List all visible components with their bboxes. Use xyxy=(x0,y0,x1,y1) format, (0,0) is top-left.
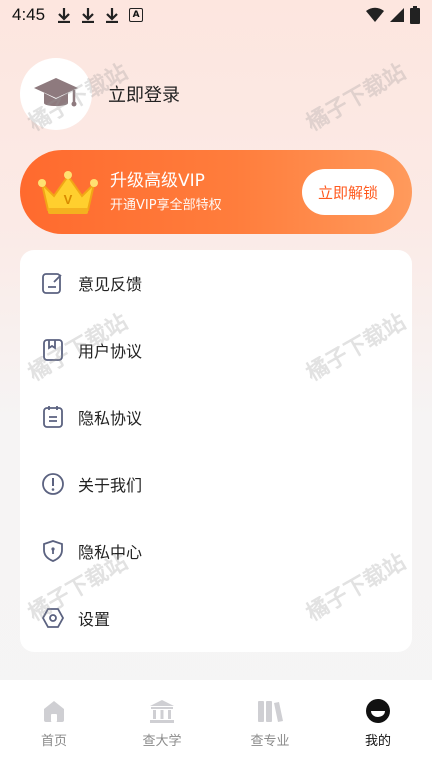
info-icon xyxy=(40,471,66,497)
battery-icon xyxy=(410,6,420,24)
unlock-button[interactable]: 立即解锁 xyxy=(302,169,394,215)
menu-item-privacy-agreement[interactable]: 隐私协议 xyxy=(20,387,412,447)
signal-icon xyxy=(390,8,404,22)
menu-item-privacy-center[interactable]: 隐私中心 xyxy=(20,521,412,581)
profile-header[interactable]: 立即登录 xyxy=(20,58,180,130)
crown-icon: V xyxy=(38,171,98,214)
vip-subtitle: 开通VIP享全部特权 xyxy=(110,198,222,213)
system-status-icons xyxy=(366,6,420,24)
login-link[interactable]: 立即登录 xyxy=(108,81,180,107)
status-bar: 4:45 A xyxy=(0,0,432,30)
menu-item-label: 关于我们 xyxy=(78,476,143,495)
shield-icon xyxy=(40,538,66,564)
download-icon xyxy=(82,8,95,23)
feedback-icon xyxy=(40,270,66,296)
profile-icon xyxy=(366,699,390,723)
menu-item-label: 用户协议 xyxy=(78,342,143,361)
university-icon xyxy=(150,700,174,723)
tab-label: 我的 xyxy=(364,734,391,749)
menu-item-user-agreement[interactable]: 用户协议 xyxy=(20,320,412,380)
watermark: 橘子下载站 xyxy=(302,59,411,137)
avatar[interactable] xyxy=(20,58,92,130)
privacy-agreement-icon xyxy=(40,404,66,430)
tab-label: 查专业 xyxy=(250,734,290,749)
bottom-tab-bar: 首页 查大学 查专业 我的 xyxy=(0,680,432,768)
tab-label: 查大学 xyxy=(142,734,182,749)
graduation-cap-icon xyxy=(34,78,78,107)
tab-major[interactable]: 查专业 xyxy=(216,680,324,768)
crown-letter: V xyxy=(64,192,73,207)
tab-university[interactable]: 查大学 xyxy=(108,680,216,768)
vip-banner[interactable]: V 升级高级VIP 开通VIP享全部特权 立即解锁 xyxy=(20,150,412,234)
a-icon: A xyxy=(129,8,144,22)
download-icon xyxy=(58,8,71,23)
status-time: 4:45 xyxy=(12,5,46,24)
tab-home[interactable]: 首页 xyxy=(0,680,108,768)
wifi-icon xyxy=(366,7,384,23)
menu-item-label: 意见反馈 xyxy=(78,275,143,294)
settings-icon xyxy=(40,605,66,631)
notification-icons: A xyxy=(57,7,144,23)
tab-mine[interactable]: 我的 xyxy=(324,680,432,768)
menu-card: 意见反馈 用户协议 隐私协议 关于我们 隐私中心 设置 xyxy=(20,250,412,652)
menu-item-settings[interactable]: 设置 xyxy=(20,588,412,648)
menu-item-about-us[interactable]: 关于我们 xyxy=(20,454,412,514)
tab-label: 首页 xyxy=(40,734,67,749)
menu-item-label: 隐私协议 xyxy=(78,409,143,428)
menu-item-label: 设置 xyxy=(78,610,111,629)
menu-item-feedback[interactable]: 意见反馈 xyxy=(20,253,412,313)
user-agreement-icon xyxy=(40,337,66,363)
home-icon xyxy=(44,701,64,722)
menu-item-label: 隐私中心 xyxy=(78,543,143,562)
books-icon xyxy=(258,701,283,722)
download-icon xyxy=(106,8,119,23)
vip-title: 升级高级VIP xyxy=(110,171,205,191)
